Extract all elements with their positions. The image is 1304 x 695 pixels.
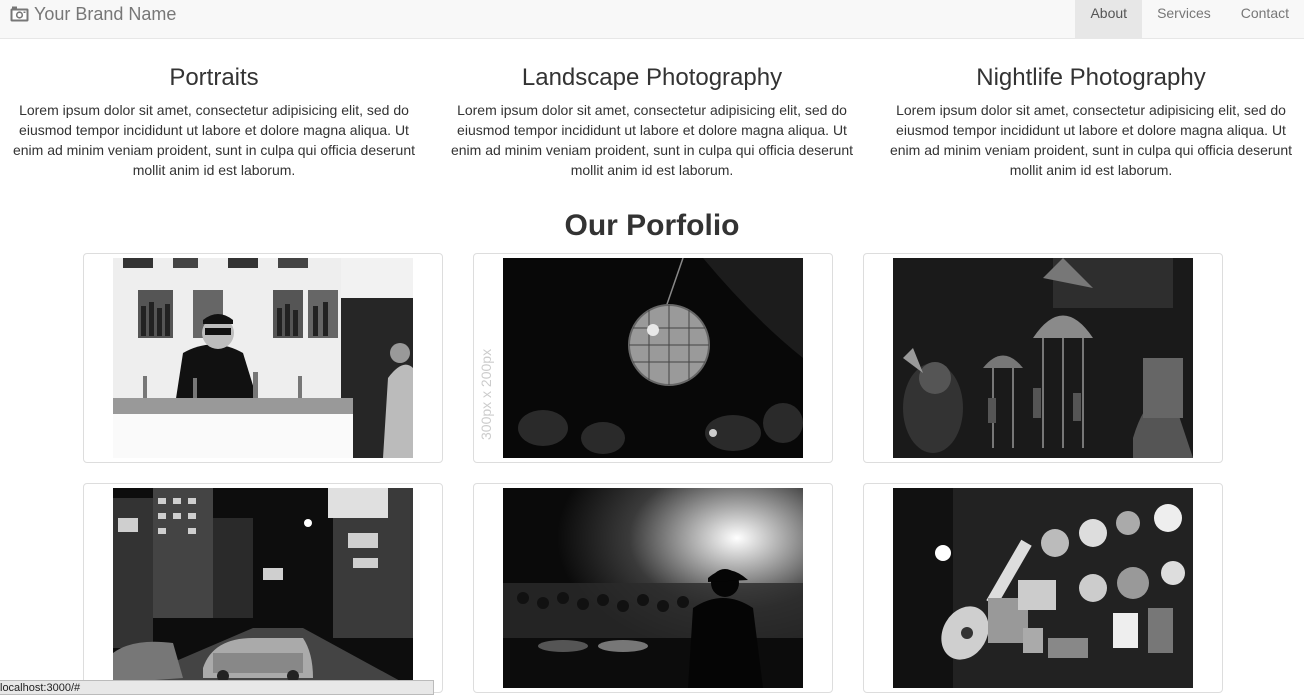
navbar: Your Brand Name About Services Contact [0, 0, 1304, 39]
feature-nightlife: Nightlife Photography Lorem ipsum dolor … [881, 62, 1301, 180]
browser-status-bar: localhost:3000/# [0, 680, 434, 695]
portfolio-thumbnail[interactable] [83, 253, 443, 463]
photo-bar-interior [893, 258, 1193, 458]
feature-text: Lorem ipsum dolor sit amet, consectetur … [450, 102, 854, 178]
brand-link[interactable]: Your Brand Name [10, 3, 176, 25]
portfolio-thumbnail[interactable] [863, 483, 1223, 693]
feature-text: Lorem ipsum dolor sit amet, consectetur … [889, 102, 1293, 178]
image-placeholder-label: 300px x 200px [478, 348, 494, 440]
feature-title: Nightlife Photography [976, 64, 1206, 91]
feature-portraits: Portraits Lorem ipsum dolor sit amet, co… [4, 62, 424, 180]
camera-icon [10, 6, 29, 22]
feature-landscape: Landscape Photography Lorem ipsum dolor … [442, 62, 862, 180]
nav-link-services[interactable]: Services [1142, 0, 1226, 38]
portfolio-thumbnail[interactable] [473, 483, 833, 693]
feature-title: Portraits [169, 64, 259, 91]
feature-text: Lorem ipsum dolor sit amet, consectetur … [12, 102, 416, 178]
portfolio-title: Our Porfolio [564, 209, 740, 242]
nav-link-contact[interactable]: Contact [1226, 0, 1304, 38]
photo-bartender [113, 258, 413, 458]
photo-city-street [113, 488, 413, 688]
photo-dj-crowd [503, 488, 803, 688]
portfolio-thumbnail[interactable] [863, 253, 1223, 463]
nav-menu: About Services Contact [1075, 0, 1304, 38]
photo-wall-signs [893, 488, 1193, 688]
brand-name: Your Brand Name [34, 3, 177, 24]
nav-link-about[interactable]: About [1075, 0, 1143, 38]
photo-disco-ball [503, 258, 803, 458]
feature-title: Landscape Photography [521, 64, 783, 91]
portfolio-thumbnail[interactable]: 300px x 200px [473, 253, 833, 463]
portfolio-thumbnail[interactable] [83, 483, 443, 693]
